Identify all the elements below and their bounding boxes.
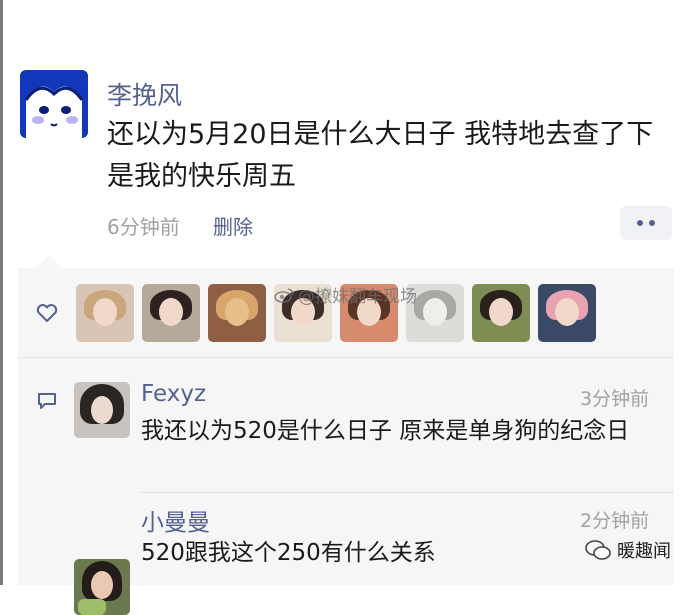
liker-avatar[interactable] [76,284,134,342]
commenter-name[interactable]: 小曼曼 [141,503,210,537]
post-timestamp: 6分钟前 [107,215,180,239]
watermark: @撩妹翻车现场 [273,282,417,307]
brand-name: 暖趣闻 [617,541,671,562]
weibo-icon [274,287,294,303]
comment-icon [36,391,58,415]
commenter-avatar[interactable] [74,382,130,438]
watermark-text: @撩妹翻车现场 [298,287,417,307]
post-author-name[interactable]: 李挽风 [107,76,182,112]
liker-avatar[interactable] [208,284,266,342]
delete-button[interactable]: 删除 [213,211,253,240]
comment-timestamp: 2分钟前 [580,510,650,532]
post-body-text: 还以为5月20日是什么大日子 我特地去查了下 是我的快乐周五 [107,119,654,192]
panel-caret [36,255,62,268]
liker-avatar[interactable] [538,284,596,342]
more-options-button[interactable] [620,206,672,240]
comment-timestamp: 3分钟前 [580,388,650,410]
liker-avatar[interactable] [472,284,530,342]
author-avatar[interactable] [20,70,88,138]
liker-avatar[interactable] [142,284,200,342]
cartoon-face-icon [24,86,84,138]
heart-icon [36,303,58,327]
commenter-name[interactable]: Fexyz [141,381,206,407]
more-dots-icon [637,220,643,226]
commenter-avatar[interactable] [74,559,130,615]
left-edge-rule [0,0,3,585]
likes-comments-divider [18,357,674,358]
comment-text: 我还以为520是什么日子 原来是单身狗的纪念日 [141,418,630,444]
brand-watermark: 暖趣闻 [585,537,671,563]
wechat-icon [585,540,611,560]
comment-text: 520跟我这个250有什么关系 [141,540,436,566]
comment-divider [140,492,674,493]
